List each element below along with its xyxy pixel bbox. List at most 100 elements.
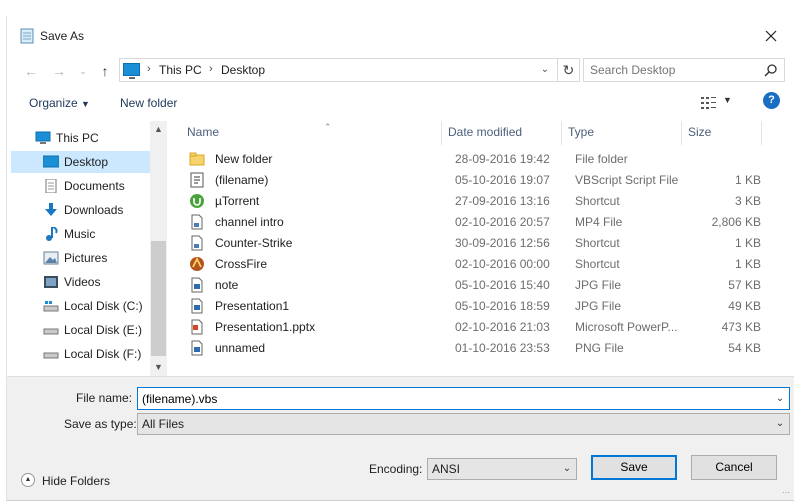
recent-locations-button[interactable]: ⌄ bbox=[73, 61, 93, 81]
nav-label: Music bbox=[64, 227, 96, 241]
file-list: Name ⌃ Date modified Type Size New folde… bbox=[169, 121, 794, 376]
file-icon bbox=[191, 214, 203, 230]
scroll-down-icon[interactable]: ▼ bbox=[150, 359, 167, 376]
nav-item-videos[interactable]: Videos bbox=[11, 271, 150, 293]
save-as-type-dropdown-button[interactable]: ⌄ bbox=[771, 414, 789, 434]
file-row[interactable]: New folder 28-09-2016 19:42 File folder bbox=[169, 149, 789, 170]
nav-label: Local Disk (F:) bbox=[64, 347, 142, 361]
save-as-type-label: Save as type: bbox=[64, 417, 137, 431]
breadcrumb-desktop[interactable]: Desktop bbox=[221, 63, 265, 77]
nav-label: Documents bbox=[64, 179, 125, 193]
navigation-scrollbar[interactable]: ▲ ▼ bbox=[150, 121, 167, 376]
file-date-modified: 02-10-2016 00:00 bbox=[455, 257, 550, 271]
chevron-down-icon: ⌄ bbox=[775, 393, 785, 404]
computer-icon bbox=[35, 131, 51, 144]
column-header-name[interactable]: Name ⌃ bbox=[181, 121, 442, 145]
search-box[interactable] bbox=[583, 58, 785, 82]
column-header-size[interactable]: Size bbox=[682, 121, 762, 145]
nav-item-downloads[interactable]: Downloads bbox=[11, 199, 150, 221]
address-dropdown-button[interactable]: ⌄ bbox=[537, 61, 553, 79]
save-options-panel: File name: ⌄ Save as type: All Files ⌄ ▲… bbox=[7, 376, 794, 500]
image-file-icon bbox=[191, 277, 203, 293]
nav-item-documents[interactable]: Documents bbox=[11, 175, 150, 197]
close-icon bbox=[765, 30, 777, 42]
file-size: 1 KB bbox=[734, 236, 761, 250]
resize-grip-icon[interactable]: ⋯ bbox=[782, 488, 792, 498]
encoding-dropdown-button[interactable]: ⌄ bbox=[558, 459, 576, 479]
help-icon[interactable]: ? bbox=[763, 92, 780, 109]
cancel-button[interactable]: Cancel bbox=[691, 455, 777, 480]
nav-item-local-disk-f[interactable]: Local Disk (F:) bbox=[11, 343, 150, 365]
save-button[interactable]: Save bbox=[591, 455, 677, 480]
file-name: channel intro bbox=[215, 215, 284, 229]
file-name-label: File name: bbox=[76, 391, 133, 405]
file-name: Presentation1 bbox=[215, 299, 290, 313]
file-name: Presentation1.pptx bbox=[215, 320, 316, 334]
folder-icon bbox=[189, 152, 205, 166]
back-button[interactable]: ← bbox=[21, 61, 41, 81]
file-row[interactable]: Presentation1 05-10-2016 18:59 JPG File 49 … bbox=[169, 296, 789, 317]
save-as-type-select[interactable]: All Files ⌄ bbox=[137, 413, 790, 435]
column-header-type[interactable]: Type bbox=[562, 121, 682, 145]
scroll-up-icon[interactable]: ▲ bbox=[150, 121, 167, 138]
refresh-button[interactable]: ↻ bbox=[557, 59, 579, 81]
chevron-up-icon: ▲ bbox=[21, 473, 35, 487]
file-icon bbox=[191, 235, 203, 251]
column-header-date[interactable]: Date modified bbox=[442, 121, 562, 145]
file-date-modified: 05-10-2016 18:59 bbox=[455, 299, 550, 313]
breadcrumb-this-pc[interactable]: This PC bbox=[159, 63, 202, 77]
pptx-icon bbox=[191, 319, 203, 335]
file-size: 2,806 KB bbox=[711, 215, 761, 229]
file-name-input[interactable] bbox=[142, 391, 762, 407]
new-folder-button[interactable]: New folder bbox=[120, 96, 177, 110]
utorrent-icon bbox=[190, 194, 204, 208]
nav-item-local-disk-c[interactable]: Local Disk (C:) bbox=[11, 295, 150, 317]
save-as-dialog: Save As ← → ⌄ ↑ › This PC › Desktop ⌄ ↻ bbox=[6, 16, 794, 501]
downloads-icon bbox=[45, 203, 57, 216]
nav-item-pictures[interactable]: Pictures bbox=[11, 247, 150, 269]
file-row[interactable]: Presentation1.pptx 02-10-2016 21:03 Micros… bbox=[169, 317, 789, 338]
file-date-modified: 27-09-2016 13:16 bbox=[455, 194, 550, 208]
file-name: Counter-Strike bbox=[215, 236, 293, 250]
file-row[interactable]: channel intro 02-10-2016 20:57 MP4 File 2,8… bbox=[169, 212, 789, 233]
file-row[interactable]: note 05-10-2016 15:40 JPG File 57 KB bbox=[169, 275, 789, 296]
file-row[interactable]: µTorrent 27-09-2016 13:16 Shortcut 3 KB bbox=[169, 191, 789, 212]
search-input[interactable] bbox=[590, 62, 760, 78]
file-row[interactable]: CrossFire 02-10-2016 00:00 Shortcut 1 KB bbox=[169, 254, 789, 275]
file-name: (filename) bbox=[215, 173, 269, 187]
file-name: CrossFire bbox=[215, 257, 268, 271]
file-name-dropdown-button[interactable]: ⌄ bbox=[771, 388, 789, 409]
up-button[interactable]: ↑ bbox=[95, 61, 115, 81]
encoding-select[interactable]: ANSI ⌄ bbox=[427, 458, 577, 480]
file-type: JPG File bbox=[575, 299, 622, 313]
file-name-field[interactable]: ⌄ bbox=[137, 387, 790, 410]
drive-icon bbox=[43, 352, 59, 359]
nav-item-this-pc[interactable]: This PC bbox=[11, 127, 150, 149]
organize-button[interactable]: Organize ▼ bbox=[29, 96, 90, 110]
file-row[interactable]: unnamed 01-10-2016 23:53 PNG File 54 KB bbox=[169, 338, 789, 359]
column-header-label: Name bbox=[187, 125, 220, 139]
view-options-icon[interactable] bbox=[701, 96, 717, 110]
address-bar[interactable]: › This PC › Desktop ⌄ ↻ bbox=[119, 58, 580, 82]
file-type: PNG File bbox=[575, 341, 624, 355]
file-date-modified: 01-10-2016 23:53 bbox=[455, 341, 550, 355]
chevron-down-icon: ⌄ bbox=[562, 463, 572, 474]
nav-item-local-disk-e[interactable]: Local Disk (E:) bbox=[11, 319, 150, 341]
scroll-thumb[interactable] bbox=[151, 241, 166, 356]
music-icon bbox=[46, 227, 58, 241]
nav-item-desktop[interactable]: Desktop bbox=[11, 151, 150, 173]
nav-item-music[interactable]: Music bbox=[11, 223, 150, 245]
file-row[interactable]: (filename) 05-10-2016 19:07 VBScript Scrip… bbox=[169, 170, 789, 191]
view-dropdown-button[interactable]: ▼ bbox=[723, 95, 732, 105]
pictures-icon bbox=[43, 251, 59, 265]
file-date-modified: 05-10-2016 19:07 bbox=[455, 173, 550, 187]
file-type: Shortcut bbox=[575, 257, 620, 271]
file-type: MP4 File bbox=[575, 215, 623, 229]
chevron-down-icon: ⌄ bbox=[79, 66, 87, 76]
close-button[interactable] bbox=[748, 16, 794, 56]
search-icon bbox=[764, 64, 777, 77]
window-title: Save As bbox=[40, 29, 85, 43]
forward-button[interactable]: → bbox=[49, 61, 69, 81]
file-row[interactable]: Counter-Strike 30-09-2016 12:56 Shortcut 1 … bbox=[169, 233, 789, 254]
nav-label: Videos bbox=[64, 275, 101, 289]
